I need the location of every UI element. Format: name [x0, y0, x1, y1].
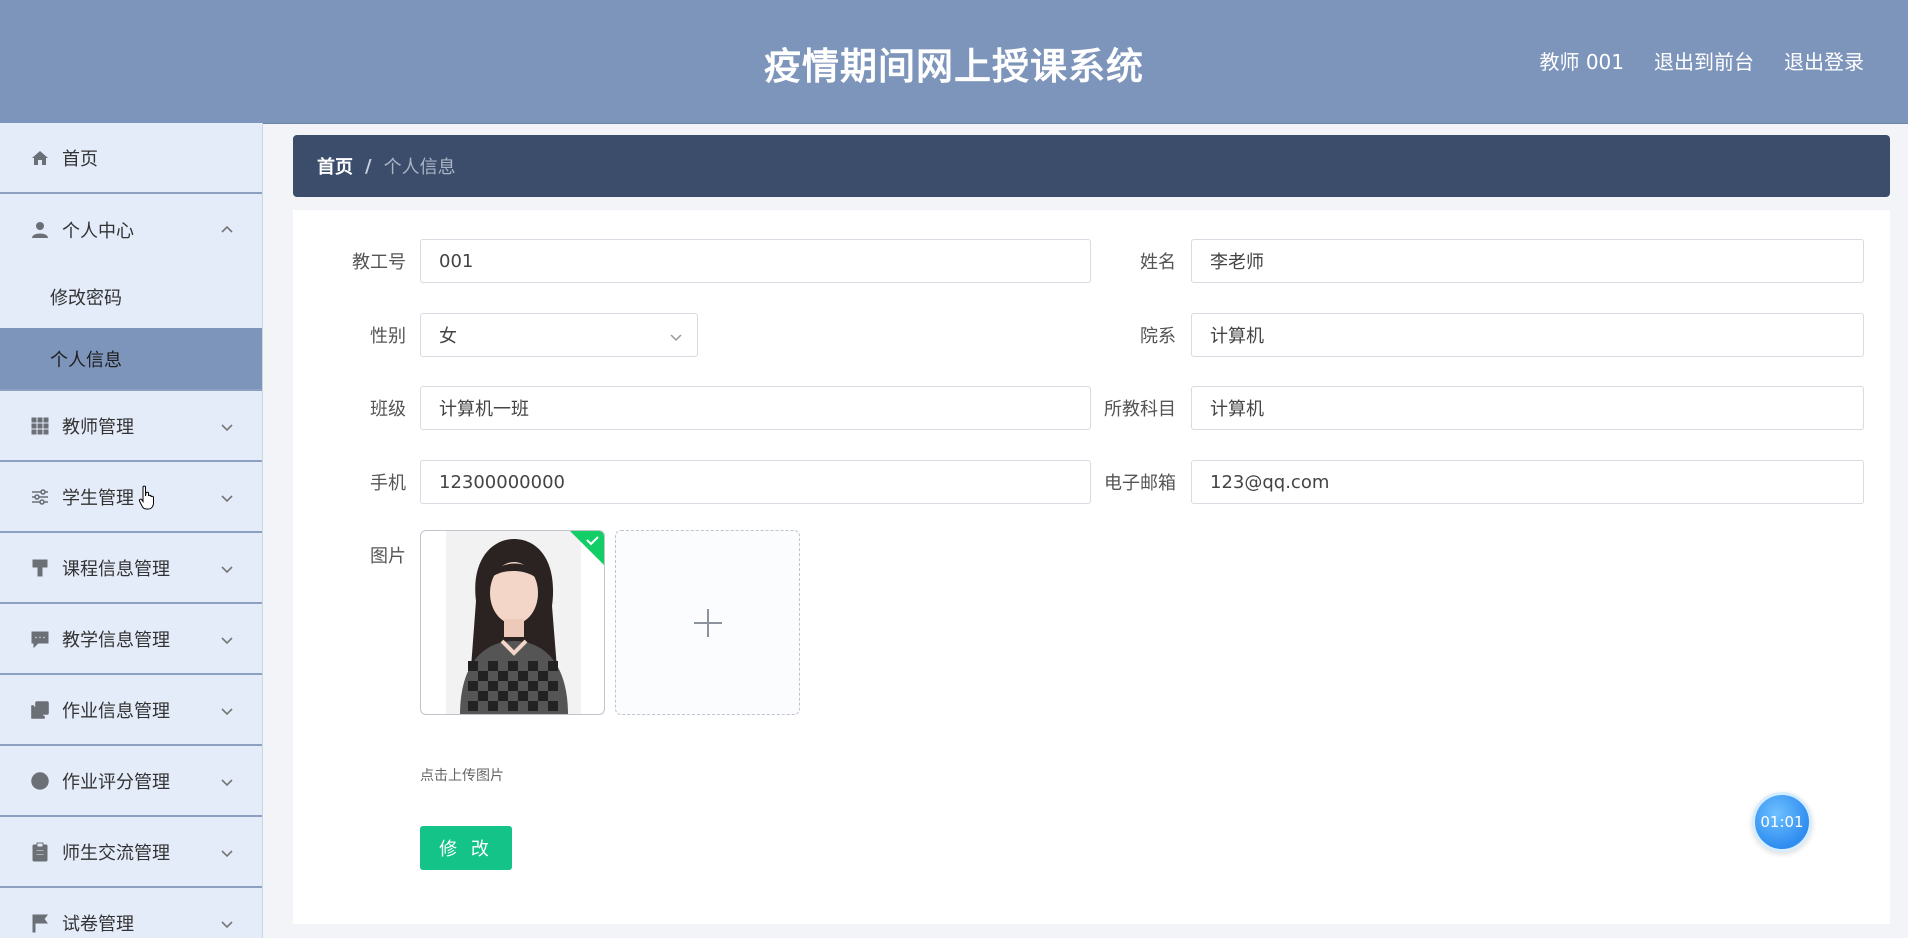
uploaded-picture[interactable]: [420, 530, 605, 715]
chevron-down-icon: [669, 328, 683, 342]
sidebar-item-label: 课程信息管理: [62, 558, 170, 580]
subject-input[interactable]: 计算机: [1191, 386, 1864, 430]
add-picture-button[interactable]: [615, 530, 800, 715]
department-input[interactable]: 计算机: [1191, 313, 1864, 357]
sidebar-subitem-change-password[interactable]: 修改密码: [0, 265, 262, 328]
chevron-down-icon: [220, 915, 234, 929]
sidebar-item-home[interactable]: 首页: [0, 123, 262, 194]
logout-link[interactable]: 退出登录: [1784, 46, 1864, 75]
gender-label: 性别: [370, 326, 406, 347]
sidebar-item-label: 教师管理: [62, 416, 134, 438]
phone-input[interactable]: 12300000000: [420, 460, 1091, 504]
name-input[interactable]: 李老师: [1191, 239, 1864, 283]
submit-button[interactable]: 修 改: [420, 826, 512, 870]
sliders-icon: [30, 487, 50, 507]
sidebar: 首页 个人中心 修改密码 个人信息 教师管理 学生管理 课程信息管理 教学信息管…: [0, 123, 263, 938]
picture-label: 图片: [370, 546, 406, 567]
sidebar-item-label: 学生管理: [62, 487, 134, 509]
sidebar-item-homework-management[interactable]: 作业信息管理: [0, 675, 262, 746]
breadcrumb: 首页 / 个人信息: [293, 135, 1890, 197]
breadcrumb-home[interactable]: 首页: [317, 153, 353, 179]
breadcrumb-separator: /: [365, 155, 372, 177]
current-user-link[interactable]: 教师 001: [1539, 46, 1624, 75]
sidebar-item-label: 个人中心: [62, 220, 134, 242]
user-icon: [30, 220, 50, 240]
aperture-icon: [30, 771, 50, 791]
floating-timer-button[interactable]: 01:01: [1752, 792, 1812, 852]
sidebar-item-exam-management[interactable]: 试卷管理: [0, 888, 262, 938]
email-label: 电子邮箱: [1104, 473, 1176, 494]
sidebar-item-label: 作业信息管理: [62, 700, 170, 722]
gender-select[interactable]: 女: [420, 313, 698, 357]
top-header: 疫情期间网上授课系统 教师 001 退出到前台 退出登录: [0, 0, 1908, 124]
department-label: 院系: [1140, 326, 1176, 347]
profile-photo: [446, 531, 581, 714]
chevron-down-icon: [220, 702, 234, 716]
home-icon: [30, 148, 50, 168]
sidebar-item-student-management[interactable]: 学生管理: [0, 462, 262, 533]
chevron-down-icon: [220, 560, 234, 574]
teacher-id-label: 教工号: [352, 252, 406, 273]
chat-icon: [30, 629, 50, 649]
clipboard-icon: [30, 842, 50, 862]
hand-pointer-icon: [138, 485, 154, 510]
teacher-id-input[interactable]: 001: [420, 239, 1091, 283]
chevron-up-icon: [220, 221, 234, 235]
chevron-down-icon: [220, 773, 234, 787]
grid-icon: [30, 416, 50, 436]
subject-label: 所教科目: [1104, 399, 1176, 420]
sidebar-item-label: 作业评分管理: [62, 771, 170, 793]
gender-selected-value: 女: [439, 326, 457, 347]
upload-success-check-icon: [570, 531, 604, 565]
email-input[interactable]: 123@qq.com: [1191, 460, 1864, 504]
sidebar-item-label: 试卷管理: [62, 913, 134, 935]
class-input[interactable]: 计算机一班: [420, 386, 1091, 430]
brush-icon: [30, 558, 50, 578]
header-nav: 教师 001 退出到前台 退出登录: [1539, 46, 1864, 75]
chevron-down-icon: [220, 489, 234, 503]
sidebar-item-label: 首页: [62, 148, 98, 170]
sidebar-item-label: 师生交流管理: [62, 842, 170, 864]
phone-label: 手机: [370, 473, 406, 494]
back-to-frontend-link[interactable]: 退出到前台: [1654, 46, 1754, 75]
sidebar-item-grading-management[interactable]: 作业评分管理: [0, 746, 262, 817]
chevron-down-icon: [220, 844, 234, 858]
name-label: 姓名: [1140, 252, 1176, 273]
copy-icon: [30, 700, 50, 720]
sidebar-item-course-management[interactable]: 课程信息管理: [0, 533, 262, 604]
sidebar-item-communication-management[interactable]: 师生交流管理: [0, 817, 262, 888]
sidebar-item-teaching-management[interactable]: 教学信息管理: [0, 604, 262, 675]
flag-icon: [30, 913, 50, 933]
chevron-down-icon: [220, 418, 234, 432]
chevron-down-icon: [220, 631, 234, 645]
sidebar-item-label: 教学信息管理: [62, 629, 170, 651]
upload-hint: 点击上传图片: [420, 768, 504, 784]
class-label: 班级: [370, 399, 406, 420]
sidebar-item-personal-center[interactable]: 个人中心: [0, 194, 262, 265]
plus-icon: [693, 608, 722, 637]
sidebar-item-teacher-management[interactable]: 教师管理: [0, 391, 262, 462]
sidebar-subitem-personal-info[interactable]: 个人信息: [0, 328, 262, 391]
breadcrumb-current: 个人信息: [383, 157, 456, 178]
